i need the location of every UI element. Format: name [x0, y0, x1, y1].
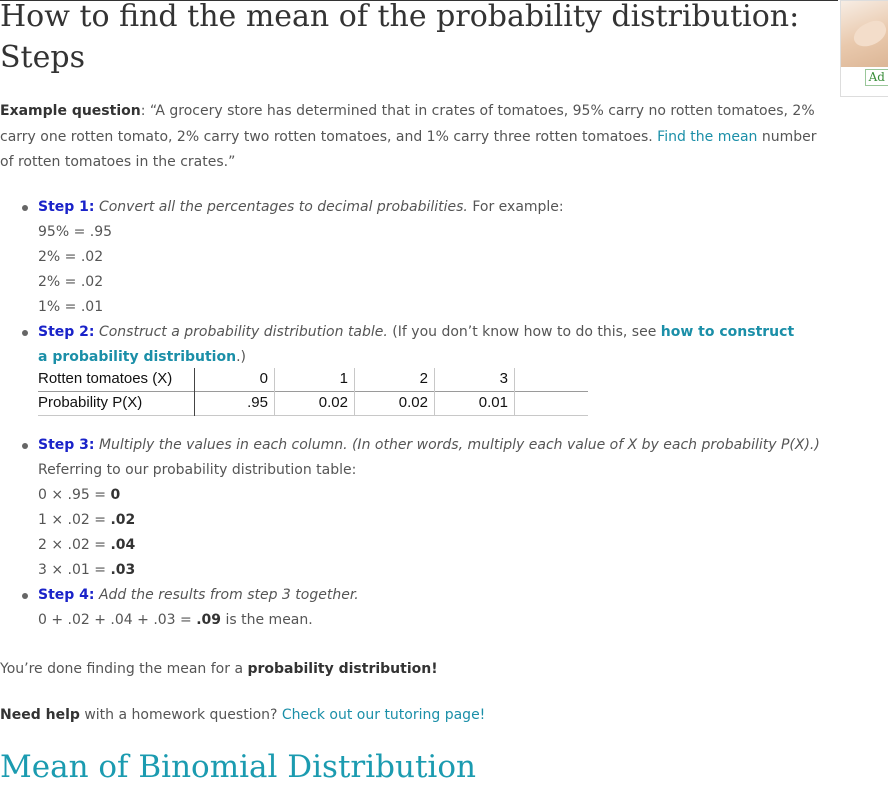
step-3-line: 2 × .02 = .04	[38, 537, 136, 553]
table-cell-x: 2	[419, 370, 428, 387]
step-1-line: 95% = .95	[38, 224, 113, 240]
example-label: Example question	[0, 103, 141, 119]
done-message: You’re done finding the mean for a proba…	[0, 661, 438, 677]
table-row-label-p: Probability P(X)	[38, 394, 143, 411]
probability-distribution-table: Rotten tomatoes (X) 0 1 2 3 Probability …	[38, 368, 588, 416]
help-bold: Need help	[0, 707, 80, 723]
table-col-divider	[434, 368, 435, 416]
step-2-text-end: .)	[236, 349, 246, 365]
step-1-list: Step 1: Convert all the percentages to d…	[0, 195, 798, 320]
page-title: How to find the mean of the probability …	[0, 0, 830, 78]
table-row-label-x: Rotten tomatoes (X)	[38, 370, 173, 387]
table-col-divider	[514, 368, 515, 416]
step-1: Step 1: Convert all the percentages to d…	[22, 195, 798, 220]
step-1-text: For example:	[467, 199, 564, 215]
step-3-line: 1 × .02 = .02	[38, 512, 136, 528]
page-title-line-1: How to find the mean of the probability …	[0, 0, 800, 34]
step-4-sum: 0 + .02 + .04 + .03 = .09 is the mean.	[38, 612, 313, 628]
example-question: Example question: “A grocery store has d…	[0, 99, 820, 176]
step-1-label: Step 1:	[38, 199, 95, 215]
step-2: Step 2: Construct a probability distribu…	[22, 320, 798, 370]
find-the-mean-link[interactable]: Find the mean	[657, 129, 757, 145]
page-title-line-2: Steps	[0, 40, 85, 75]
table-label-divider	[194, 368, 195, 416]
done-bold: probability distribution!	[247, 661, 438, 677]
step-1-instruction: Convert all the percentages to decimal p…	[98, 199, 468, 215]
step-4: Step 4: Add the results from step 3 toge…	[22, 583, 798, 608]
table-cell-p: 0.02	[398, 394, 428, 411]
table-col-divider	[274, 368, 275, 416]
step-1-line: 2% = .02	[38, 249, 104, 265]
step-3: Step 3: Multiply the values in each colu…	[22, 433, 838, 458]
step-3-list: Step 3: Multiply the values in each colu…	[0, 433, 838, 583]
table-cell-p: 0.01	[478, 394, 508, 411]
advertisement[interactable]: Ad	[840, 0, 888, 97]
step-4-list: Step 4: Add the results from step 3 toge…	[0, 583, 798, 633]
step-4-label: Step 4:	[38, 587, 95, 603]
section-heading: Mean of Binomial Distribution	[0, 749, 476, 785]
step-1-line: 1% = .01	[38, 299, 104, 315]
table-col-divider	[354, 368, 355, 416]
ad-image[interactable]	[841, 1, 888, 67]
step-3-intro: Referring to our probability distributio…	[38, 462, 357, 478]
tutoring-page-link[interactable]: Check out our tutoring page!	[282, 707, 485, 723]
step-4-instruction: Add the results from step 3 together.	[98, 587, 359, 603]
table-cell-p: 0.02	[318, 394, 348, 411]
step-2-instruction: Construct a probability distribution tab…	[98, 324, 388, 340]
help-message: Need help with a homework question? Chec…	[0, 707, 486, 723]
step-3-line: 3 × .01 = .03	[38, 562, 136, 578]
step-1-line: 2% = .02	[38, 274, 104, 290]
step-2-list: Step 2: Construct a probability distribu…	[0, 320, 798, 370]
table-cell-x: 3	[499, 370, 508, 387]
step-2-text: (If you don’t know how to do this, see	[387, 324, 661, 340]
step-3-line: 0 × .95 = 0	[38, 487, 121, 503]
table-cell-p: .95	[247, 394, 268, 411]
table-cell-x: 1	[339, 370, 348, 387]
step-2-label: Step 2:	[38, 324, 95, 340]
ad-badge[interactable]: Ad	[864, 69, 888, 86]
table-cell-x: 0	[259, 370, 268, 387]
step-3-label: Step 3:	[38, 437, 95, 453]
step-3-instruction: Multiply the values in each column. (In …	[98, 437, 820, 453]
